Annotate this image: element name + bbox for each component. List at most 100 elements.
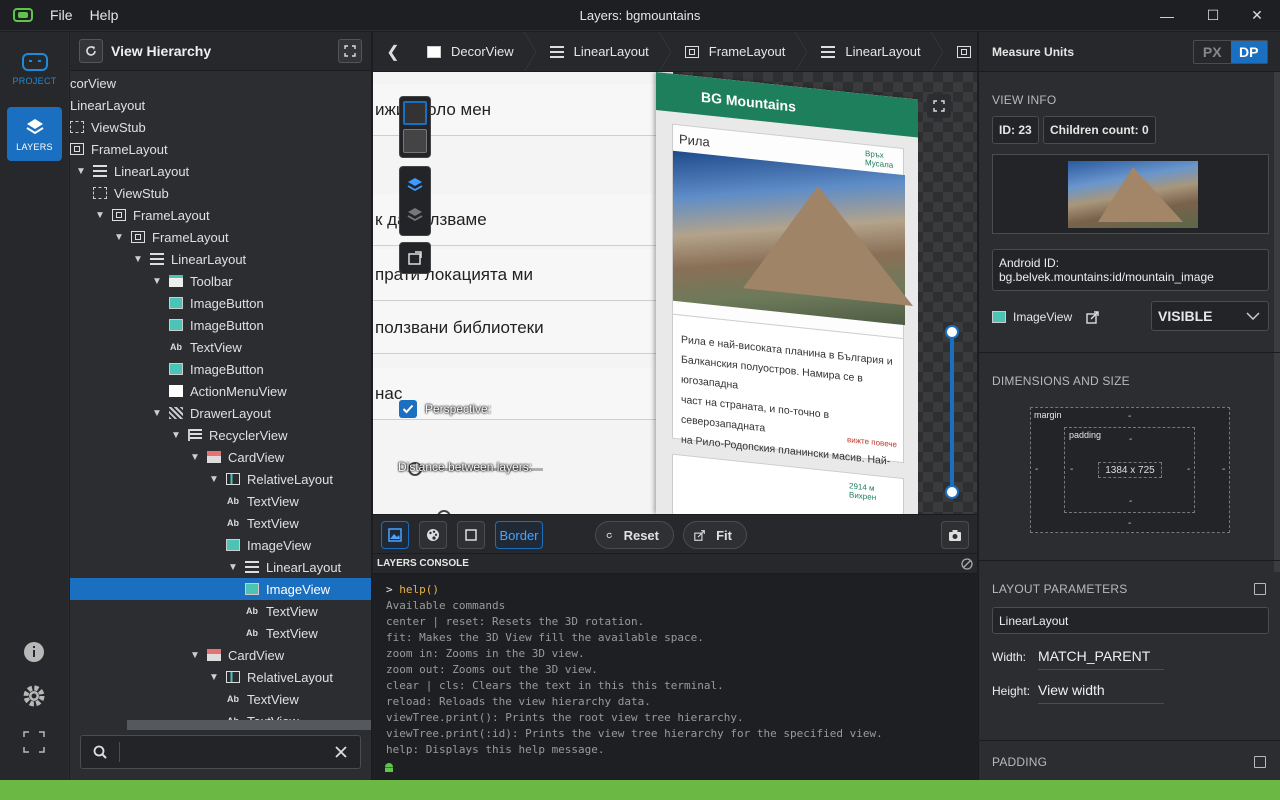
tree-row[interactable]: Ab TextView xyxy=(70,336,371,358)
tree-row[interactable]: FrameLayout xyxy=(70,138,371,160)
export-image-button[interactable] xyxy=(403,246,427,270)
clear-search-icon[interactable] xyxy=(335,746,347,758)
expand-toggle-icon[interactable]: ▼ xyxy=(131,252,145,266)
tree-row[interactable]: Ab TextView xyxy=(70,622,371,644)
layers-console[interactable]: > help() Available commands center | rese… xyxy=(373,575,977,780)
breadcrumb-item-framelayout-2[interactable]: Fr xyxy=(943,32,977,71)
unit-dp-button[interactable]: DP xyxy=(1230,41,1267,63)
expand-toggle-icon[interactable]: ▼ xyxy=(207,670,221,684)
tree-search-input[interactable] xyxy=(119,742,319,762)
expand-toggle-icon[interactable]: ▼ xyxy=(188,648,202,662)
console-line: zoom in: Zooms in the 3D view. xyxy=(386,647,585,660)
tree-row[interactable]: Ab TextView xyxy=(70,600,371,622)
tree-row[interactable]: ▼ RelativeLayout xyxy=(70,468,371,490)
menu-help[interactable]: Help xyxy=(90,7,119,23)
bounds-button[interactable] xyxy=(457,521,485,549)
tree-row[interactable]: ▼ RecyclerView xyxy=(70,424,371,446)
tree-row[interactable]: ▼ FrameLayout xyxy=(70,226,371,248)
save-layout-params-icon[interactable] xyxy=(1254,583,1266,595)
tree-row[interactable]: ▼ LinearLayout xyxy=(70,556,371,578)
tree-row[interactable]: ImageView xyxy=(70,534,371,556)
refresh-button[interactable] xyxy=(79,39,103,63)
show-images-button[interactable] xyxy=(381,521,409,549)
tree-row[interactable]: Ab TextView xyxy=(70,688,371,710)
tree-row[interactable]: Ab TextView xyxy=(70,512,371,534)
tree-row[interactable]: ActionMenuView xyxy=(70,380,371,402)
close-window-button[interactable]: ✕ xyxy=(1234,0,1280,31)
framelayout-icon xyxy=(956,45,971,58)
tree-row[interactable]: corView xyxy=(70,72,371,94)
border-toggle-button[interactable]: Border xyxy=(495,521,543,549)
expand-toggle-icon[interactable]: ▼ xyxy=(150,274,164,288)
fit-button[interactable]: Fit xyxy=(683,521,747,549)
layers-stack-button[interactable] xyxy=(403,173,427,197)
tree-row[interactable]: ▼ RelativeLayout xyxy=(70,666,371,688)
open-external-icon[interactable] xyxy=(1086,310,1099,324)
expand-panel-button[interactable] xyxy=(338,39,362,63)
expand-toggle-icon[interactable]: ▼ xyxy=(93,208,107,222)
zoom-slider-bottom-knob[interactable] xyxy=(945,485,959,499)
tree-row[interactable]: ViewStub xyxy=(70,116,371,138)
breadcrumb-item-decorview[interactable]: DecorView xyxy=(413,32,536,71)
minimize-button[interactable]: — xyxy=(1144,0,1190,31)
tree-row[interactable]: Ab TextView xyxy=(70,490,371,512)
breadcrumb-item-framelayout[interactable]: FrameLayout xyxy=(671,32,808,71)
tree-row[interactable]: ImageView xyxy=(70,578,371,600)
tree-row[interactable]: ▼ CardView xyxy=(70,446,371,468)
view-tree[interactable]: corView LinearLayout ViewStub FrameLayout ▼ L… xyxy=(70,72,371,732)
tree-row[interactable]: ImageButton xyxy=(70,314,371,336)
expand-toggle-icon[interactable]: ▼ xyxy=(169,428,183,442)
breadcrumb-item-linearlayout-2[interactable]: LinearLayout xyxy=(807,32,943,71)
tree-row[interactable]: ▼ LinearLayout xyxy=(70,160,371,182)
layers-flat-button[interactable] xyxy=(403,203,427,227)
breadcrumb-item-linearlayout[interactable]: LinearLayout xyxy=(536,32,671,71)
unit-px-button[interactable]: PX xyxy=(1194,41,1231,63)
tree-row[interactable]: ▼ Toolbar xyxy=(70,270,371,292)
tree-row[interactable]: LinearLayout xyxy=(70,94,371,116)
color-palette-button[interactable] xyxy=(419,521,447,549)
tree-row[interactable]: ▼ DrawerLayout xyxy=(70,402,371,424)
expand-toggle-icon[interactable]: ▼ xyxy=(188,450,202,464)
tree-row[interactable]: ▼ FrameLayout xyxy=(70,204,371,226)
save-padding-icon[interactable] xyxy=(1254,756,1266,768)
visibility-select[interactable]: VISIBLE xyxy=(1151,301,1269,331)
height-value[interactable]: View width xyxy=(1038,682,1164,704)
tree-row[interactable]: ImageButton xyxy=(70,358,371,380)
mountain-image[interactable] xyxy=(673,150,905,326)
perspective-checkbox[interactable] xyxy=(399,400,417,418)
split-view-button[interactable] xyxy=(403,101,427,125)
gear-icon[interactable] xyxy=(22,684,46,708)
reset-button[interactable]: Reset xyxy=(595,521,674,549)
expand-toggle-icon[interactable]: ▼ xyxy=(226,560,240,574)
info-icon[interactable] xyxy=(22,640,46,664)
expand-toggle-icon[interactable]: ▼ xyxy=(112,230,126,244)
tree-horizontal-scrollbar[interactable] xyxy=(127,720,371,730)
zoom-slider-top-knob[interactable] xyxy=(945,325,959,339)
tree-row[interactable]: ViewStub xyxy=(70,182,371,204)
tree-row-label: ImageButton xyxy=(190,295,264,311)
section-divider xyxy=(979,740,1280,741)
zoom-slider[interactable] xyxy=(945,325,959,499)
width-value[interactable]: MATCH_PARENT xyxy=(1038,648,1164,670)
screenshot-button[interactable] xyxy=(941,521,969,549)
expand-toggle-icon[interactable]: ▼ xyxy=(74,164,88,178)
android-icon[interactable] xyxy=(383,761,395,773)
single-view-button[interactable] xyxy=(403,129,427,153)
menu-file[interactable]: File xyxy=(50,7,73,23)
properties-scrollbar[interactable] xyxy=(1274,72,1280,572)
maximize-button[interactable]: ☐ xyxy=(1190,0,1236,31)
nav-project-button[interactable]: PROJECT xyxy=(7,42,62,96)
tool-view-icon xyxy=(169,275,183,287)
tree-row[interactable]: ▼ LinearLayout xyxy=(70,248,371,270)
tree-row[interactable]: ▼ CardView xyxy=(70,644,371,666)
fullscreen-button[interactable] xyxy=(927,94,951,118)
clear-console-icon[interactable] xyxy=(961,558,973,570)
breadcrumb-back-button[interactable]: ❮ xyxy=(373,32,413,71)
expand-toggle-icon[interactable]: ▼ xyxy=(150,406,164,420)
tree-row-label: corView xyxy=(70,75,117,91)
tree-row[interactable]: ImageButton xyxy=(70,292,371,314)
3d-layers-view[interactable]: ижи около мен к да ползваме прати локаци… xyxy=(373,72,977,514)
expand-toggle-icon[interactable]: ▼ xyxy=(207,472,221,486)
screen-capture-icon[interactable] xyxy=(22,730,46,754)
nav-layers-button[interactable]: LAYERS xyxy=(7,107,62,161)
